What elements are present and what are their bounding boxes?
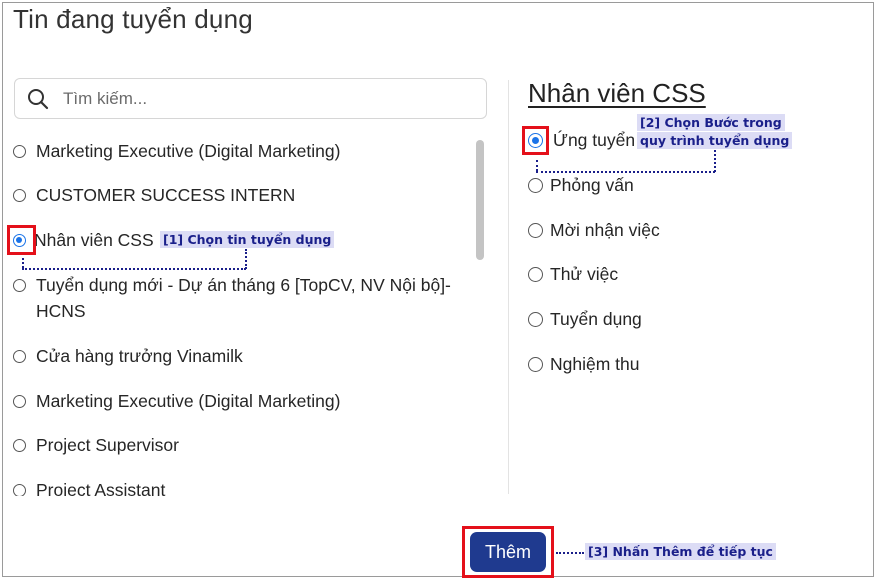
annotation-step2-line2: quy trình tuyển dụng xyxy=(637,132,793,149)
search-input[interactable] xyxy=(61,85,465,113)
highlight-job-radio xyxy=(7,225,36,255)
annotation-step1: [1] Chọn tin tuyển dụng xyxy=(160,231,335,248)
annotation-connector xyxy=(536,171,715,173)
job-item[interactable]: Marketing Executive (Digital Marketing) xyxy=(13,138,340,164)
step-label: Phỏng vấn xyxy=(550,175,634,195)
add-button[interactable]: Thêm xyxy=(470,532,546,572)
job-item[interactable]: Project Assistant xyxy=(13,477,165,496)
job-label: Project Assistant xyxy=(36,480,166,496)
annotation-connector xyxy=(556,552,584,554)
step-label: Ứng tuyển xyxy=(553,130,636,150)
job-label-line2: HCNS xyxy=(36,301,86,321)
step-option[interactable]: Thử việc xyxy=(528,264,618,285)
job-item[interactable]: Project Supervisor xyxy=(13,432,179,458)
job-item[interactable]: Cửa hàng trưởng Vinamilk xyxy=(13,343,243,369)
scrollbar-thumb[interactable] xyxy=(476,140,484,260)
job-label: Nhân viên CSS xyxy=(34,230,154,250)
job-radio[interactable] xyxy=(13,439,26,452)
annotation-connector xyxy=(714,150,716,172)
dialog-title: Tin đang tuyển dụng xyxy=(13,4,253,34)
annotation-connector xyxy=(22,268,246,270)
step-label: Thử việc xyxy=(550,264,619,284)
job-radio[interactable] xyxy=(13,395,26,408)
annotation-connector xyxy=(536,160,538,171)
panel-divider xyxy=(508,80,509,494)
step-option[interactable]: Tuyển dụng xyxy=(528,309,642,330)
step-radio[interactable] xyxy=(528,312,543,327)
job-label: Cửa hàng trưởng Vinamilk xyxy=(36,346,243,366)
annotation-step3: [3] Nhấn Thêm để tiếp tục xyxy=(585,543,776,560)
job-radio[interactable] xyxy=(13,350,26,363)
job-label: Project Supervisor xyxy=(36,435,179,455)
step-option[interactable]: Nghiệm thu xyxy=(528,354,640,375)
job-radio[interactable] xyxy=(13,189,26,202)
highlight-step-radio xyxy=(522,126,549,155)
job-list: Marketing Executive (Digital Marketing) … xyxy=(0,128,480,496)
job-item[interactable]: Marketing Executive (Digital Marketing) xyxy=(13,388,340,414)
step-label: Nghiệm thu xyxy=(550,354,640,374)
search-icon xyxy=(28,89,49,110)
step-label: Tuyển dụng xyxy=(550,309,642,329)
job-radio[interactable] xyxy=(13,279,26,292)
search-box[interactable] xyxy=(14,78,487,119)
annotation-connector xyxy=(245,249,247,269)
job-label: Tuyển dụng mới - Dự án tháng 6 [TopCV, N… xyxy=(36,272,451,324)
annotation-connector xyxy=(22,258,24,268)
step-option[interactable]: Phỏng vấn xyxy=(528,175,634,196)
step-radio[interactable] xyxy=(528,223,543,238)
job-radio[interactable] xyxy=(13,145,26,158)
job-item[interactable]: Tuyển dụng mới - Dự án tháng 6 [TopCV, N… xyxy=(13,272,451,324)
job-label: CUSTOMER SUCCESS INTERN xyxy=(36,185,296,205)
job-label-line1: Tuyển dụng mới - Dự án tháng 6 [TopCV, N… xyxy=(36,275,451,295)
step-option[interactable]: Mời nhận việc xyxy=(528,220,660,241)
job-label: Marketing Executive (Digital Marketing) xyxy=(36,141,341,161)
job-list-scrollbar[interactable] xyxy=(476,140,484,492)
panel-title: Nhân viên CSS xyxy=(528,78,706,108)
step-radio[interactable] xyxy=(528,267,543,282)
job-label: Marketing Executive (Digital Marketing) xyxy=(36,391,341,411)
annotation-step2-line1: [2] Chọn Bước trong xyxy=(637,114,785,131)
job-radio[interactable] xyxy=(13,484,26,496)
job-item[interactable]: CUSTOMER SUCCESS INTERN xyxy=(13,182,295,208)
step-label: Mời nhận việc xyxy=(550,220,660,240)
step-radio[interactable] xyxy=(528,178,543,193)
step-radio[interactable] xyxy=(528,357,543,372)
